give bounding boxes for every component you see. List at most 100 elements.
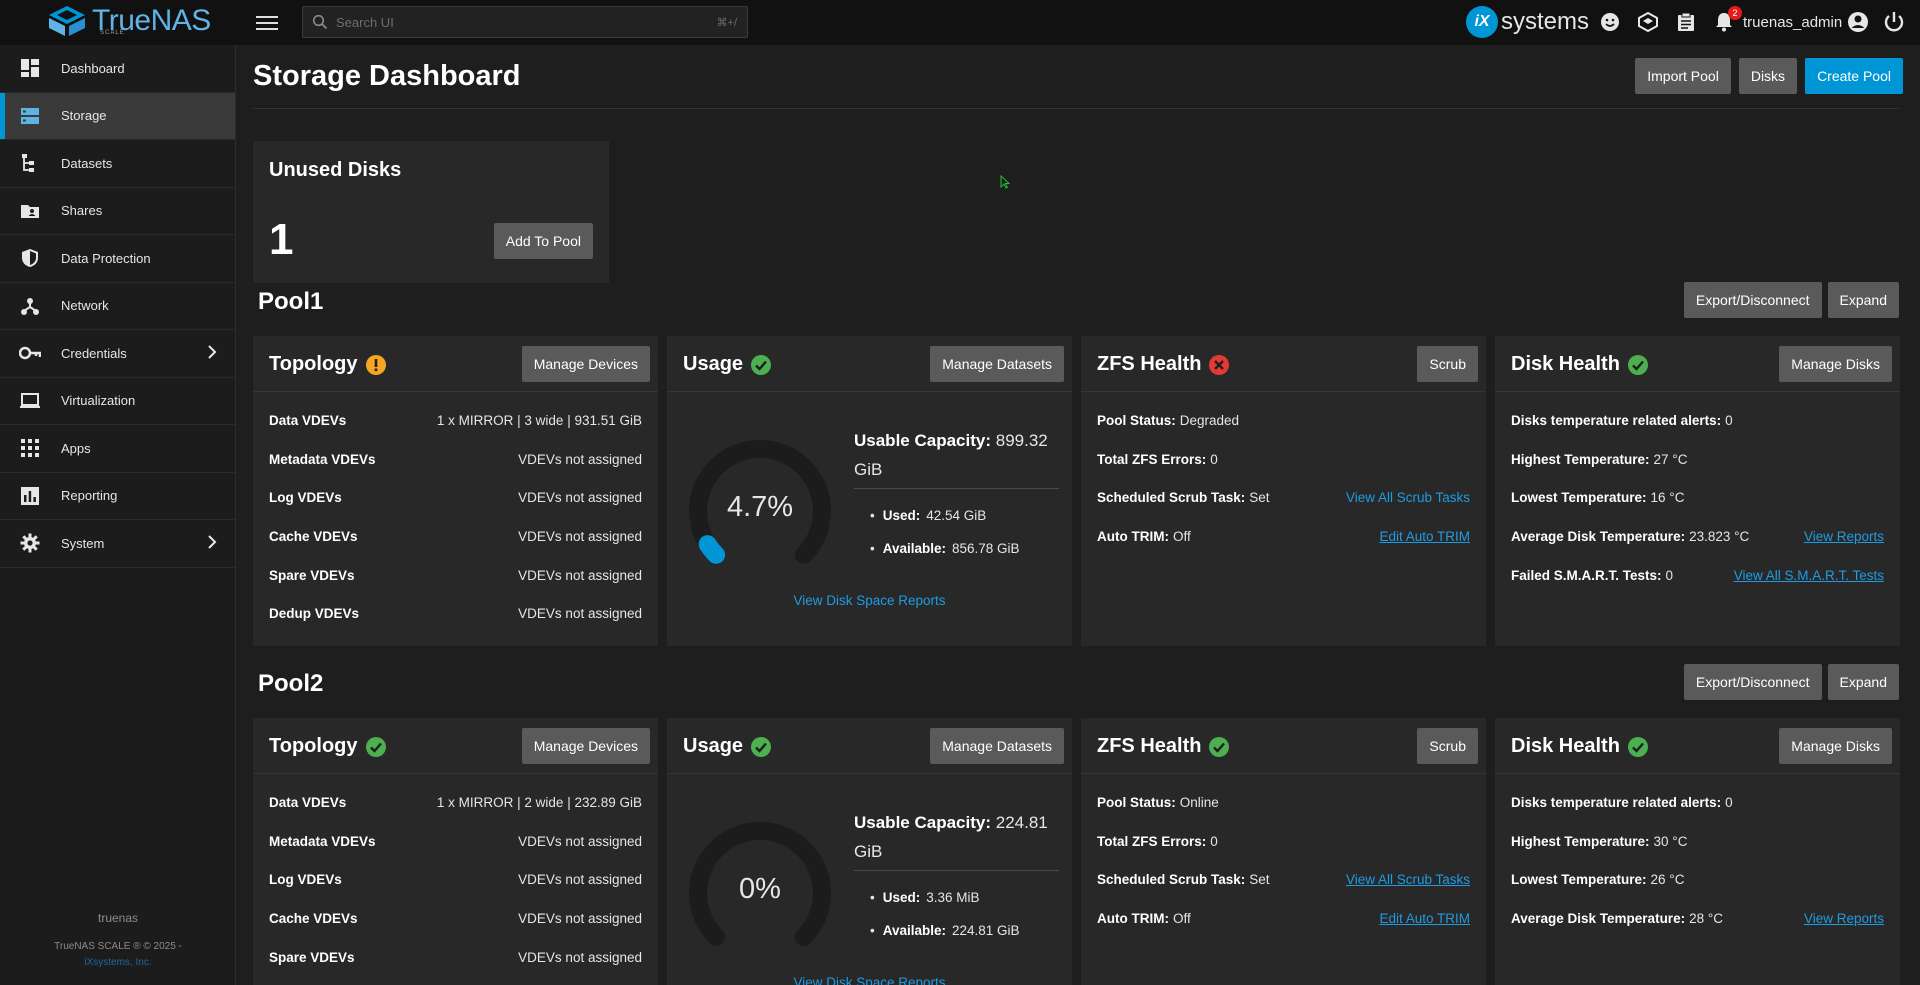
chevron-right-icon [207, 535, 217, 552]
metadata-vdevs-label: Metadata VDEVs [269, 451, 376, 467]
view-disk-space-reports-link[interactable]: View Disk Space Reports [793, 593, 945, 608]
truecommand-icon[interactable] [1636, 10, 1660, 34]
search-box[interactable]: ⌘+/ [302, 6, 748, 38]
account-circle-icon[interactable] [1846, 10, 1870, 34]
status-ok-icon [751, 354, 772, 375]
add-to-pool-button[interactable]: Add To Pool [493, 223, 593, 259]
export-disconnect-button[interactable]: Export/Disconnect [1683, 664, 1822, 700]
dedup-vdevs-value: VDEVs not assigned [518, 605, 642, 621]
feedback-smiley-icon[interactable] [1598, 10, 1622, 34]
menu-toggle-icon[interactable] [256, 12, 278, 32]
sidebar-item-dashboard[interactable]: Dashboard [0, 45, 235, 93]
create-pool-button[interactable]: Create Pool [1805, 58, 1903, 94]
card-header: Usage Manage Datasets [667, 336, 1072, 392]
pool1-actions: Export/Disconnect Expand [1683, 282, 1899, 318]
pool1-disk-health-card: Disk Health Manage Disks Disks temperature… [1495, 336, 1900, 646]
username-label[interactable]: truenas_admin [1743, 14, 1842, 31]
temp-alerts-row: Disks temperature related alerts: 0 [1511, 792, 1884, 812]
avg-temp-label: Average Disk Temperature: 28 °C [1511, 910, 1723, 926]
notifications-bell-icon[interactable]: 2 [1712, 6, 1742, 34]
edit-auto-trim-link[interactable]: Edit Auto TRIM [1379, 529, 1470, 544]
disks-button[interactable]: Disks [1738, 58, 1798, 94]
expand-button[interactable]: Expand [1827, 664, 1899, 700]
lowest-temp-label: Lowest Temperature: 26 °C [1511, 871, 1685, 887]
export-disconnect-button[interactable]: Export/Disconnect [1683, 282, 1822, 318]
avg-temp-row: Average Disk Temperature: 28 °C View Repor… [1511, 908, 1884, 928]
disk-space-link-row: View Disk Space Reports [667, 974, 1072, 985]
manage-datasets-button[interactable]: Manage Datasets [930, 728, 1064, 764]
scrub-button[interactable]: Scrub [1417, 728, 1478, 764]
datasets-icon [18, 151, 42, 175]
dedup-vdevs-row: Dedup VDEVs VDEVs not assigned [269, 603, 642, 623]
import-pool-button[interactable]: Import Pool [1635, 58, 1731, 94]
spare-vdevs-row: Spare VDEVs VDEVs not assigned [269, 565, 642, 585]
cache-vdevs-value: VDEVs not assigned [518, 528, 642, 544]
expand-button[interactable]: Expand [1827, 282, 1899, 318]
lowest-temp-row: Lowest Temperature: 26 °C [1511, 869, 1884, 889]
sidebar-item-label: Storage [61, 108, 107, 124]
pool-status-label: Pool Status: Online [1097, 794, 1219, 810]
bar-chart-icon [18, 484, 42, 508]
page-title: Storage Dashboard [253, 60, 521, 92]
pool1-usage-card: Usage Manage Datasets 4.7% Usable Capacity:… [667, 336, 1072, 646]
pool-status-label: Pool Status: Degraded [1097, 412, 1240, 428]
manage-disks-button[interactable]: Manage Disks [1779, 728, 1892, 764]
disk-health-title: Disk Health [1511, 353, 1648, 376]
sidebar-item-credentials[interactable]: Credentials [0, 330, 235, 378]
ixsystems-logo[interactable]: iX systems [1466, 6, 1589, 38]
view-reports-link[interactable]: View Reports [1804, 529, 1884, 544]
zfs-health-title: ZFS Health [1097, 353, 1230, 376]
scrub-button[interactable]: Scrub [1417, 346, 1478, 382]
cache-vdevs-row: Cache VDEVs VDEVs not assigned [269, 526, 642, 546]
pool-status-row: Pool Status: Online [1097, 792, 1470, 812]
sidebar-item-label: Network [61, 298, 109, 314]
jobs-clipboard-icon[interactable] [1674, 10, 1698, 34]
sidebar-item-data-protection[interactable]: Data Protection [0, 235, 235, 283]
search-input[interactable] [336, 14, 717, 30]
lowest-temp-label: Lowest Temperature: 16 °C [1511, 489, 1685, 505]
lowest-temp-value: 26 °C [1650, 871, 1685, 887]
capacity-block: Usable Capacity: 899.32 GiB Used:42.54 Gi… [854, 426, 1059, 565]
sidebar-item-shares[interactable]: Shares [0, 188, 235, 235]
manage-disks-button[interactable]: Manage Disks [1779, 346, 1892, 382]
view-all-scrub-tasks-link[interactable]: View All Scrub Tasks [1346, 872, 1470, 887]
usable-capacity: Usable Capacity: 224.81 GiB [854, 808, 1059, 871]
sidebar-item-reporting[interactable]: Reporting [0, 473, 235, 520]
scrub-task-label: Scheduled Scrub Task: Set [1097, 871, 1270, 887]
status-ok-icon [751, 736, 772, 757]
unused-disks-card: Unused Disks 1 Add To Pool [253, 141, 609, 283]
view-reports-link[interactable]: View Reports [1804, 911, 1884, 926]
manage-devices-button[interactable]: Manage Devices [521, 728, 650, 764]
pool2-usage-card: Usage Manage Datasets 0% Usable Capacity: 2… [667, 718, 1072, 985]
pool1-zfs-health-card: ZFS Health Scrub Pool Status: Degraded Total… [1081, 336, 1486, 646]
sidebar-item-network[interactable]: Network [0, 283, 235, 330]
manage-datasets-button[interactable]: Manage Datasets [930, 346, 1064, 382]
sidebar-item-system[interactable]: System [0, 520, 235, 568]
view-all-scrub-tasks-link[interactable]: View All Scrub Tasks [1346, 490, 1470, 505]
pool2-actions: Export/Disconnect Expand [1683, 664, 1899, 700]
truenas-logo[interactable]: TrueNAS [46, 4, 211, 38]
pool1-title: Pool1 [258, 288, 324, 315]
search-shortcut-hint: ⌘+/ [716, 16, 737, 29]
avg-temp-label: Average Disk Temperature: 23.823 °C [1511, 528, 1750, 544]
manage-devices-button[interactable]: Manage Devices [521, 346, 650, 382]
company-link[interactable]: iXsystems, Inc. [84, 957, 151, 968]
capacity-block: Usable Capacity: 224.81 GiB Used:3.36 MiB… [854, 808, 1059, 947]
view-disk-space-reports-link[interactable]: View Disk Space Reports [793, 975, 945, 985]
power-icon[interactable] [1882, 10, 1906, 34]
edit-auto-trim-link[interactable]: Edit Auto TRIM [1379, 911, 1470, 926]
data-vdevs-label: Data VDEVs [269, 794, 347, 810]
network-icon [18, 294, 42, 318]
gear-icon [18, 531, 42, 555]
pool-status-value: Online [1179, 794, 1219, 810]
sidebar-item-apps[interactable]: Apps [0, 425, 235, 473]
card-header: Topology Manage Devices [253, 336, 658, 392]
log-vdevs-label: Log VDEVs [269, 489, 342, 505]
sidebar-item-virtualization[interactable]: Virtualization [0, 378, 235, 425]
sidebar-item-storage[interactable]: Storage [0, 92, 235, 140]
view-smart-tests-link[interactable]: View All S.M.A.R.T. Tests [1734, 568, 1884, 583]
laptop-icon [18, 389, 42, 413]
sidebar-item-label: System [61, 535, 105, 551]
sidebar-item-datasets[interactable]: Datasets [0, 140, 235, 188]
search-icon [312, 14, 328, 30]
